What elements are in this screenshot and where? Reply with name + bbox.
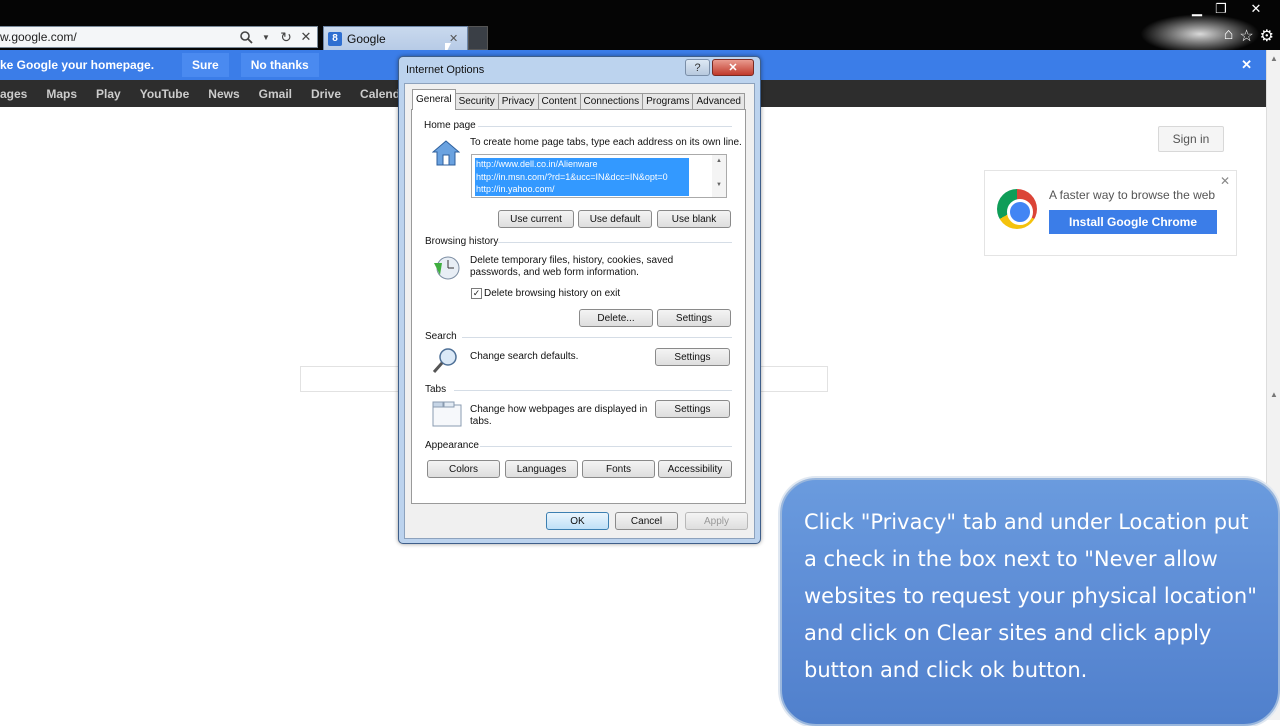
general-panel: Home page To create home page tabs, type… [411, 109, 746, 504]
use-default-button[interactable]: Use default [578, 210, 652, 228]
address-bar[interactable]: w.google.com/ ▼ ↻ ✕ [0, 26, 318, 48]
use-current-button[interactable]: Use current [498, 210, 574, 228]
tabs-settings-button[interactable]: Settings [655, 400, 730, 418]
divider [480, 446, 732, 447]
instruction-callout: Click "Privacy" tab and under Location p… [780, 478, 1280, 726]
divider [498, 242, 732, 243]
favorites-star-icon[interactable]: ☆ [1239, 26, 1253, 46]
help-button[interactable]: ? [685, 59, 710, 76]
dropdown-arrow-icon[interactable]: ▼ [257, 28, 275, 46]
accessibility-button[interactable]: Accessibility [658, 460, 732, 478]
install-chrome-button[interactable]: Install Google Chrome [1049, 210, 1217, 234]
languages-button[interactable]: Languages [505, 460, 578, 478]
divider [478, 126, 732, 127]
tabs-icon [432, 401, 462, 432]
home-page-icon [431, 140, 461, 171]
chrome-logo-icon [997, 189, 1037, 229]
home-page-urls-textbox[interactable]: http://www.dell.co.in/Alienware http://i… [471, 154, 727, 198]
notification-message: ke Google your homepage. [0, 58, 155, 72]
promo-close-icon[interactable]: ✕ [1220, 174, 1230, 188]
tab-security[interactable]: Security [454, 93, 499, 110]
nav-news[interactable]: News [208, 87, 239, 101]
sign-in-button[interactable]: Sign in [1158, 126, 1224, 152]
restore-button[interactable]: ❐ [1209, 0, 1233, 18]
callout-text: Click "Privacy" tab and under Location p… [804, 510, 1257, 682]
nav-youtube[interactable]: YouTube [140, 87, 190, 101]
refresh-icon[interactable]: ↻ [277, 28, 295, 46]
search-settings-button[interactable]: Settings [655, 348, 730, 366]
delete-on-exit-label[interactable]: Delete browsing history on exit [484, 288, 620, 300]
nav-calendar[interactable]: Calend [360, 87, 400, 101]
history-settings-button[interactable]: Settings [657, 309, 731, 327]
home-page-url-1: http://www.dell.co.in/Alienware [476, 159, 598, 169]
minimize-button[interactable]: ▁ [1185, 0, 1209, 18]
search-icon[interactable] [237, 28, 255, 46]
home-page-heading: Home page [424, 120, 476, 131]
browsing-history-heading: Browsing history [425, 236, 499, 247]
tab-connections[interactable]: Connections [579, 93, 644, 110]
divider [454, 390, 732, 391]
close-window-button[interactable]: ✕ [1244, 0, 1268, 18]
tab-general[interactable]: General [412, 89, 456, 110]
colors-button[interactable]: Colors [427, 460, 500, 478]
internet-options-dialog: Internet Options ? ✕ General Security Pr… [398, 56, 761, 544]
sure-button[interactable]: Sure [182, 53, 229, 77]
tab-content[interactable]: Content [537, 93, 581, 110]
google-favicon-icon: 8 [328, 31, 342, 46]
dialog-tabs: General Security Privacy Content Connect… [412, 89, 745, 110]
delete-on-exit-checkbox[interactable]: ✓ [471, 288, 482, 299]
use-blank-button[interactable]: Use blank [657, 210, 731, 228]
home-page-url-2: http://in.msn.com/?rd=1&ucc=IN&dcc=IN&op… [476, 171, 668, 182]
tab-programs[interactable]: Programs [642, 93, 694, 110]
stop-icon[interactable]: ✕ [297, 28, 315, 46]
tab-close-icon[interactable]: ✕ [449, 32, 463, 45]
notification-close-icon[interactable]: ✕ [1241, 57, 1252, 73]
command-icons: ⌂ ☆ ⚙ [1224, 26, 1274, 46]
nav-gmail[interactable]: Gmail [259, 87, 292, 101]
promo-text: A faster way to browse the web [1049, 188, 1216, 202]
no-thanks-button[interactable]: No thanks [240, 53, 319, 77]
address-url[interactable]: w.google.com/ [0, 30, 237, 44]
nav-images[interactable]: ages [0, 87, 27, 101]
search-description: Change search defaults. [470, 351, 579, 362]
dialog-body: General Security Privacy Content Connect… [404, 83, 755, 539]
appearance-heading: Appearance [425, 440, 479, 451]
browsing-history-icon [432, 255, 462, 286]
dialog-title: Internet Options [406, 64, 485, 76]
tab-privacy[interactable]: Privacy [497, 93, 539, 110]
chrome-promo: A faster way to browse the web Install G… [984, 170, 1237, 256]
browsing-history-description: Delete temporary files, history, cookies… [470, 255, 674, 278]
home-page-hint: To create home page tabs, type each addr… [470, 137, 742, 148]
fonts-button[interactable]: Fonts [582, 460, 655, 478]
tabs-heading: Tabs [425, 384, 447, 395]
ok-button[interactable]: OK [546, 512, 609, 530]
search-heading: Search [425, 331, 457, 342]
search-magnifier-icon [432, 346, 460, 379]
nav-play[interactable]: Play [96, 87, 121, 101]
nav-drive[interactable]: Drive [311, 87, 341, 101]
apply-button[interactable]: Apply [685, 512, 748, 530]
home-page-urls-selection: http://www.dell.co.in/Alienware http://i… [475, 158, 689, 196]
new-tab-button[interactable] [468, 26, 488, 50]
tabs-description: Change how webpages are displayed in tab… [470, 404, 648, 427]
home-icon[interactable]: ⌂ [1224, 26, 1234, 46]
cancel-button[interactable]: Cancel [615, 512, 678, 530]
home-page-url-3: http://in.yahoo.com/ [476, 184, 555, 194]
delete-history-button[interactable]: Delete... [579, 309, 653, 327]
divider [462, 337, 732, 338]
tools-gear-icon[interactable]: ⚙ [1260, 26, 1274, 46]
textbox-scrollbar[interactable]: ▲ ▼ [712, 155, 726, 197]
tab-title: Google [347, 31, 386, 46]
nav-maps[interactable]: Maps [46, 87, 77, 101]
dialog-close-button[interactable]: ✕ [712, 59, 754, 76]
tab-advanced[interactable]: Advanced [692, 93, 745, 110]
